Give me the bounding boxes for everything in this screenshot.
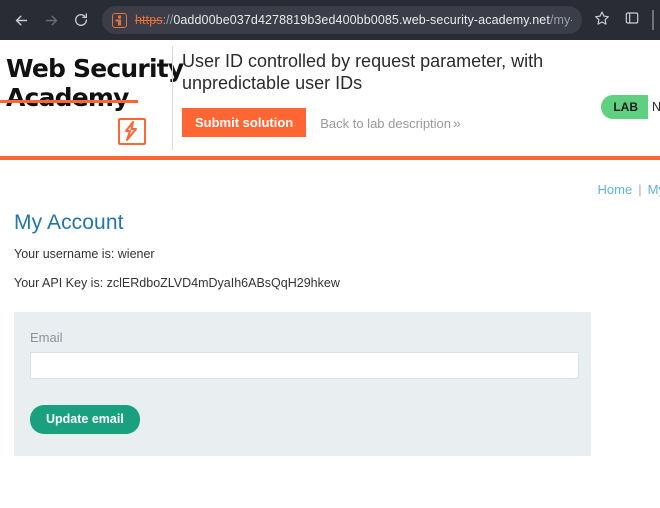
site-nav-links: Home | My acco	[36, 160, 660, 197]
username-line: Your username is: wiener	[14, 247, 155, 261]
lab-badge: LAB	[601, 95, 648, 119]
reload-icon	[73, 12, 89, 28]
nav-link-home[interactable]: Home	[598, 182, 633, 197]
arrow-right-icon	[43, 12, 60, 29]
page-title: My Account	[14, 211, 124, 234]
web-security-academy-logo[interactable]: Web Security Academy	[0, 40, 184, 145]
url-text: https://0add00be037d4278819b3ed400bb0085…	[135, 13, 572, 27]
email-field-label: Email	[30, 330, 63, 345]
update-email-button[interactable]: Update email	[30, 405, 140, 434]
header-divider	[172, 46, 173, 150]
site-info-not-secure-icon[interactable]	[112, 12, 127, 28]
url-path: /my-acc…	[549, 13, 572, 27]
lightning-bolt-icon	[118, 118, 146, 145]
chevron-double-right-icon: »	[453, 114, 461, 131]
nav-separator: |	[638, 182, 642, 197]
lab-status: LAB N	[601, 95, 660, 119]
browser-toolbar: https://0add00be037d4278819b3ed400bb0085…	[0, 0, 660, 40]
back-button[interactable]	[6, 5, 36, 35]
side-panel-button[interactable]	[618, 6, 646, 34]
star-icon	[594, 10, 610, 31]
logo-underline	[0, 100, 138, 103]
forward-button[interactable]	[36, 5, 66, 35]
status-badge: N	[648, 95, 660, 119]
email-input[interactable]	[30, 352, 579, 379]
back-to-lab-description-link[interactable]: Back to lab description»	[320, 115, 461, 131]
url-separator: ://	[162, 13, 174, 27]
api-key-line: Your API Key is: zclERdboZLVD4mDyaIh6ABs…	[14, 276, 340, 290]
reload-button[interactable]	[66, 5, 96, 35]
lab-title: User ID controlled by request parameter,…	[182, 51, 544, 93]
lab-actions: Submit solution Back to lab description»	[182, 108, 660, 137]
logo-line-1: Web Security	[6, 54, 184, 83]
account-container: My Account Your username is: wiener Your…	[0, 211, 660, 456]
submit-solution-button[interactable]: Submit solution	[182, 108, 307, 137]
url-host: 0add00be037d4278819b3ed400bb0085.web-sec…	[173, 13, 550, 27]
update-email-form: Email Update email	[14, 312, 591, 456]
url-scheme: https	[135, 13, 163, 27]
lab-header: Web Security Academy User ID controlled …	[0, 40, 660, 156]
page-body: Home | My acco My Account Your username is…	[0, 160, 660, 508]
logo-line-2: Academy	[6, 83, 129, 112]
lab-info: User ID controlled by request parameter,…	[170, 40, 660, 137]
nav-link-my-account[interactable]: My acco	[648, 182, 660, 197]
back-to-lab-label: Back to lab description	[320, 115, 452, 131]
side-panel-icon	[624, 10, 640, 31]
address-bar[interactable]: https://0add00be037d4278819b3ed400bb0085…	[102, 6, 582, 34]
bookmark-button[interactable]	[588, 6, 616, 34]
arrow-left-icon	[13, 12, 30, 29]
toolbar-right-edge	[652, 10, 654, 30]
